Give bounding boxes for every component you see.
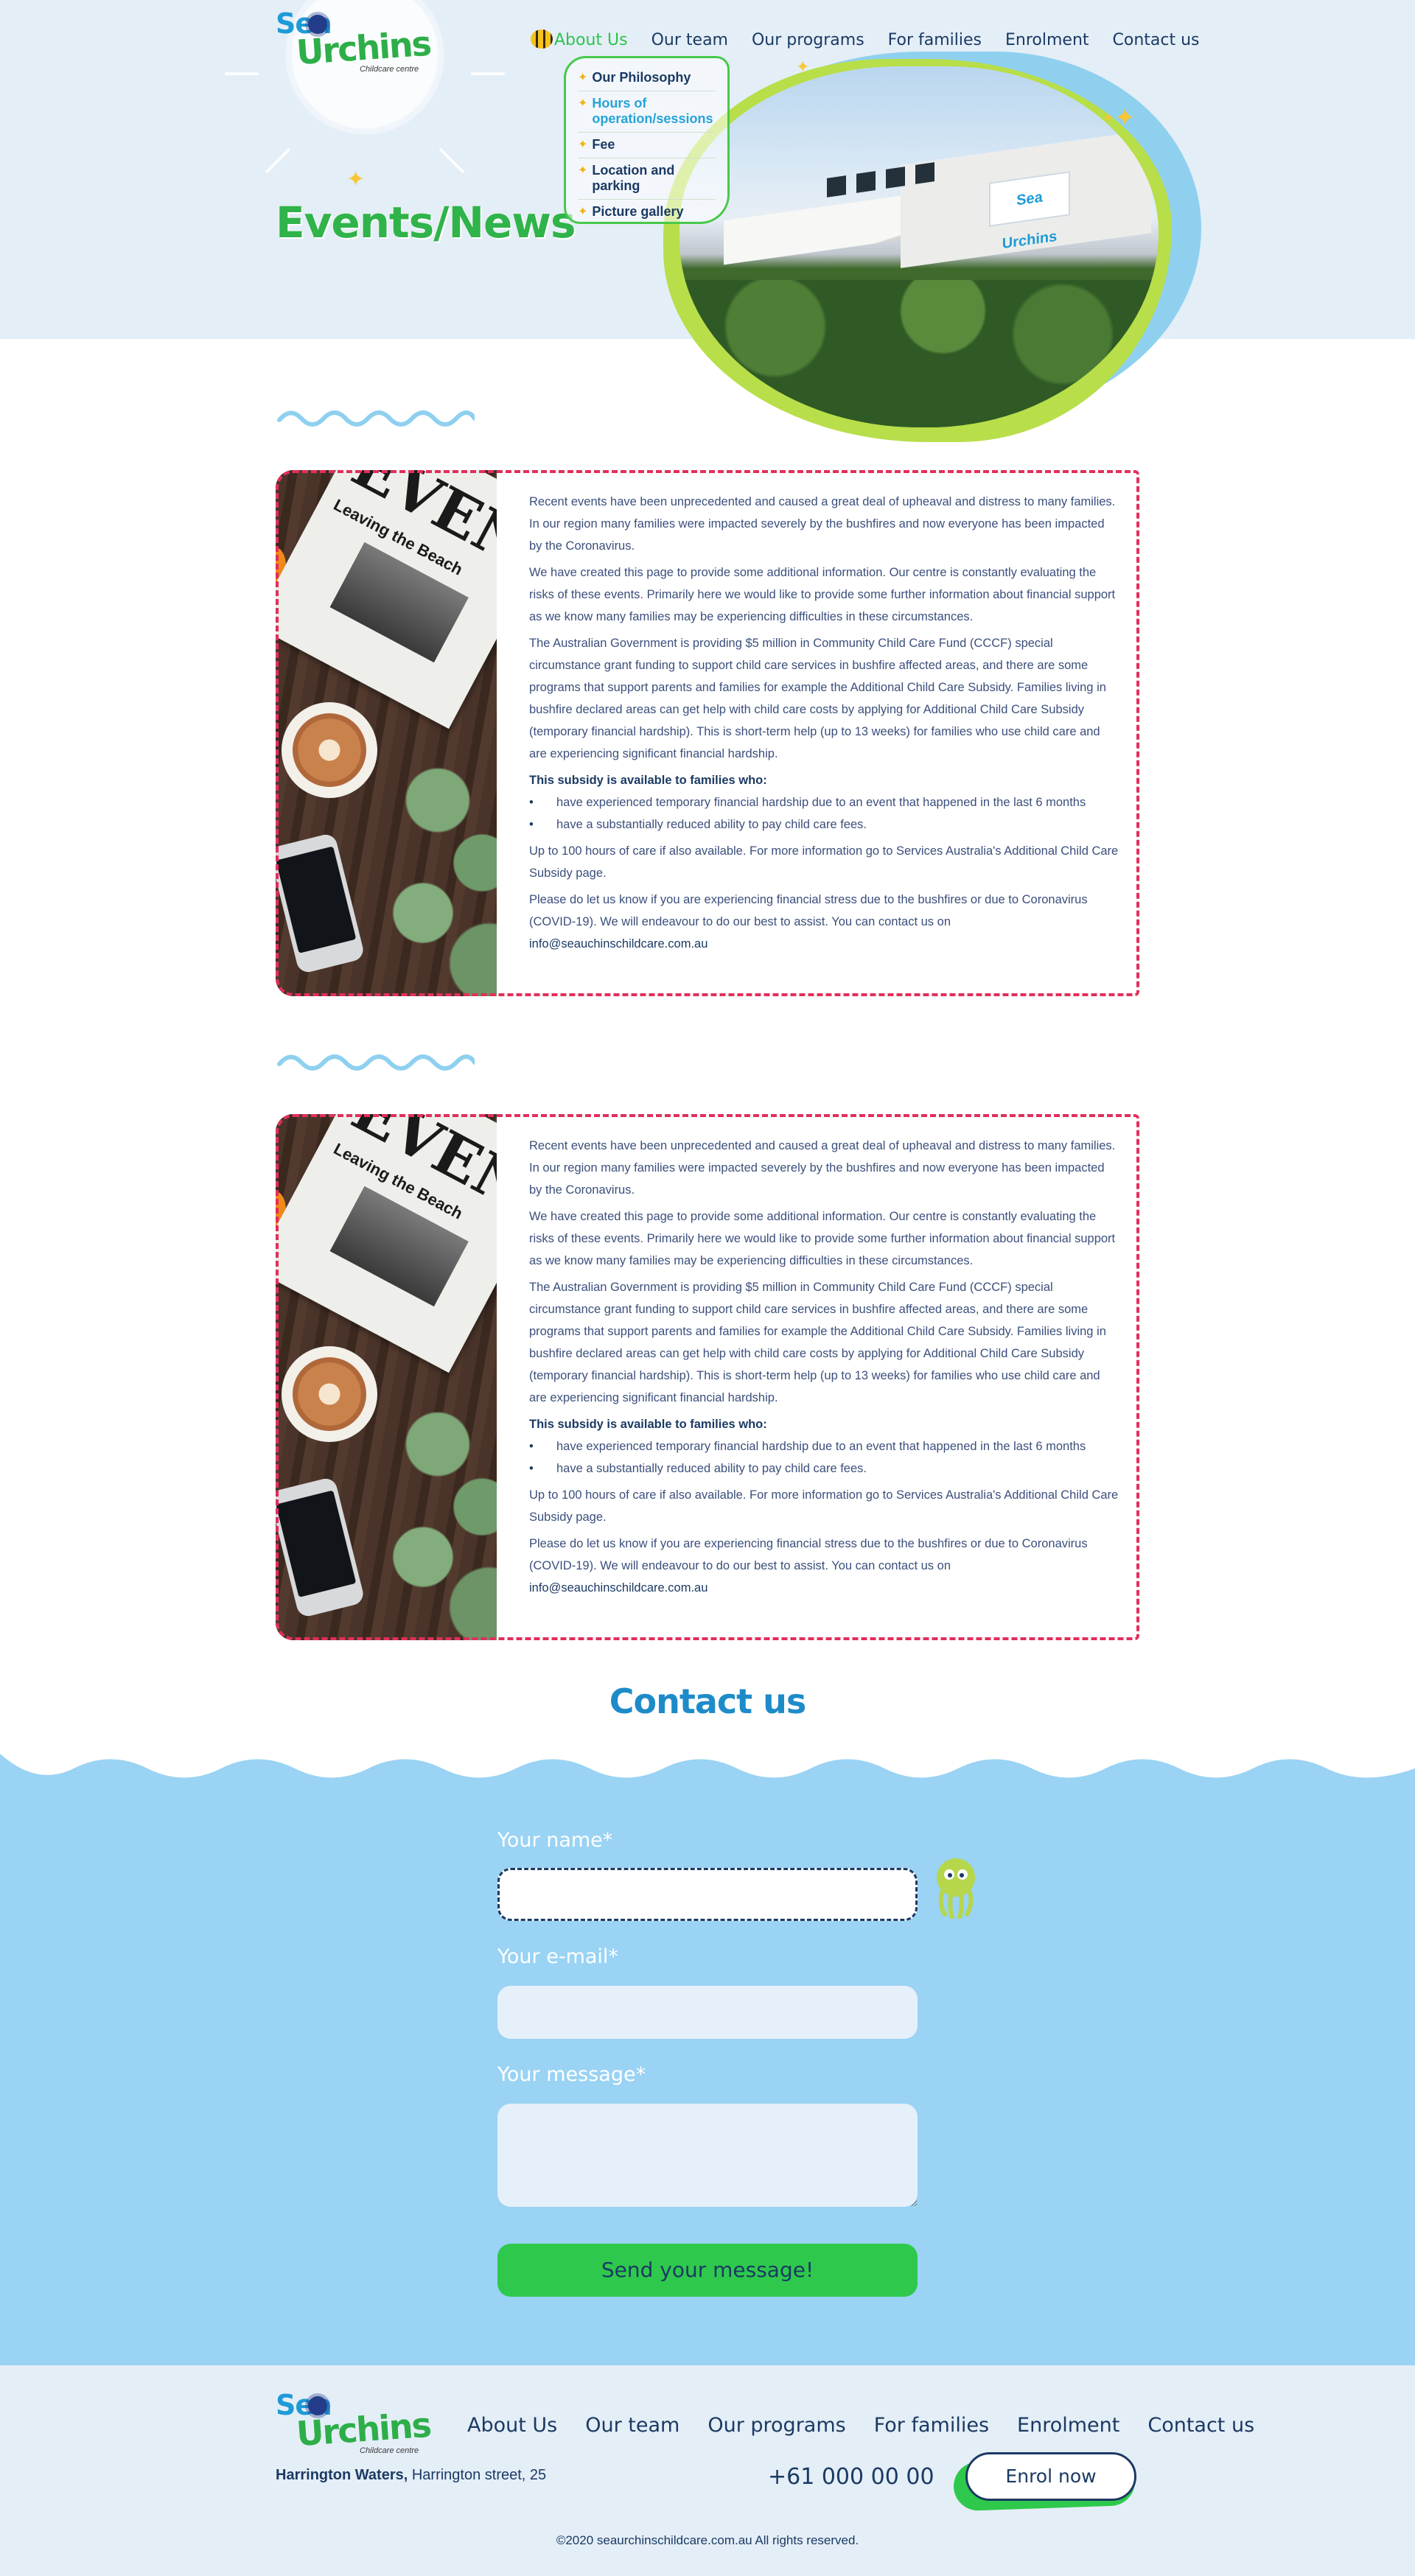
name-input[interactable] [497, 1868, 918, 1921]
about-submenu: ✦ Our Philosophy ✦ Hours of operation/sess… [564, 56, 730, 224]
contact-title: Contact us [609, 1681, 807, 1721]
news-paragraph: Recent events have been unprecedented an… [529, 1139, 1116, 1197]
plant [379, 750, 497, 996]
list-item: have a substantially reduced ability to … [529, 813, 1119, 836]
footer-nav-our-programs[interactable]: Our programs [708, 2414, 845, 2437]
news-card: EVEN Leaving the Beach Recent events hav… [276, 470, 1139, 996]
hero-photo: Sea Urchins ✦ ✦ [663, 44, 1223, 442]
sun-ray [471, 72, 505, 75]
submenu-label: Our Philosophy [592, 70, 691, 85]
submenu-fee[interactable]: ✦ Fee [578, 133, 716, 158]
footer-nav-our-team[interactable]: Our team [585, 2414, 679, 2437]
submenu-label: Hours of operation/sessions [592, 96, 713, 126]
submenu-label: Picture gallery [592, 204, 684, 219]
email-label: Your e-mail* [497, 1945, 618, 1968]
hedge [679, 280, 1159, 427]
nav-about-us[interactable]: About Us [554, 31, 628, 49]
coffee-cup [282, 1346, 377, 1442]
building-window [915, 162, 934, 184]
coffee-cup [282, 702, 377, 798]
news-photo: EVEN Leaving the Beach [276, 470, 497, 996]
footer-nav-for-families[interactable]: For families [874, 2414, 989, 2437]
news-text: Recent events have been unprecedented an… [529, 491, 1119, 959]
footer-nav-enrolment[interactable]: Enrolment [1017, 2414, 1119, 2437]
building-photo: Sea Urchins [679, 66, 1159, 427]
news-paragraph: Up to 100 hours of care if also availabl… [529, 1488, 1119, 1524]
news-paragraph: The Australian Government is providing $… [529, 1281, 1106, 1404]
enrol-now: Enrol now [952, 2452, 1138, 2512]
subsidy-list: have experienced temporary financial har… [529, 1435, 1119, 1480]
site-footer: Sea Urchins Childcare centre About Us Ou… [0, 2365, 1415, 2576]
contact-email-link[interactable]: info@seauchinschildcare.com.au [529, 1581, 708, 1595]
copyright: ©2020 seaurchinschildcare.com.au All rig… [556, 2533, 859, 2547]
sun-ray [225, 72, 259, 75]
star-icon: ✦ [578, 139, 588, 151]
submenu-hours[interactable]: ✦ Hours of operation/sessions [578, 91, 716, 133]
footer-nav-contact-us[interactable]: Contact us [1147, 2414, 1254, 2437]
footer-logo[interactable]: Sea Urchins Childcare centre [276, 2389, 432, 2455]
footer-nav: About Us Our team Our programs For famil… [467, 2414, 1254, 2437]
news-paragraph: We have created this page to provide som… [529, 566, 1116, 623]
star-icon: ✦ [578, 206, 588, 218]
news-photo: EVEN Leaving the Beach [276, 1114, 497, 1640]
plant [379, 1394, 497, 1640]
news-paragraph: Please do let us know if you are experie… [529, 893, 1088, 928]
building-window [856, 171, 876, 193]
sun-ray [265, 147, 291, 174]
list-item: have experienced temporary financial har… [529, 1435, 1119, 1457]
footer-nav-about-us[interactable]: About Us [467, 2414, 557, 2437]
octopus-icon [937, 1858, 975, 1919]
sparkle-icon: ✦ [1103, 111, 1114, 125]
footer-phone[interactable]: +61 000 00 00 [768, 2464, 934, 2490]
contact-email-link[interactable]: info@seauchinschildcare.com.au [529, 937, 708, 951]
subsidy-list: have experienced temporary financial har… [529, 791, 1119, 836]
building-window [886, 167, 905, 189]
message-textarea[interactable] [497, 2104, 918, 2207]
sun-ray [439, 147, 465, 174]
list-item: have experienced temporary financial har… [529, 791, 1119, 813]
news-paragraph: We have created this page to provide som… [529, 1210, 1116, 1267]
news-paragraph: The Australian Government is providing $… [529, 637, 1106, 760]
subsidy-heading: This subsidy is available to families wh… [529, 774, 767, 787]
submenu-label: Location and parking [592, 163, 675, 193]
address-suburb: Harrington Waters, [276, 2467, 408, 2483]
subsidy-heading: This subsidy is available to families wh… [529, 1418, 767, 1431]
contact-wave-edge [0, 1754, 1415, 1778]
news-paragraph: Recent events have been unprecedented an… [529, 495, 1116, 553]
sparkle-icon: ✦ [1114, 104, 1136, 132]
star-icon: ✦ [578, 71, 588, 84]
page-title: Events/News [276, 197, 576, 248]
message-label: Your message* [497, 2063, 646, 2086]
logo-tagline: Childcare centre [360, 65, 419, 74]
list-item: have a substantially reduced ability to … [529, 1457, 1119, 1480]
news-paragraph: Please do let us know if you are experie… [529, 1537, 1088, 1572]
email-input[interactable] [497, 1986, 918, 2039]
address-street: Harrington street, 25 [408, 2467, 547, 2483]
site-logo[interactable]: Sea Urchins Childcare centre [276, 7, 432, 74]
footer-address: Harrington Waters, Harrington street, 25 [276, 2467, 546, 2484]
star-icon: ✦ [578, 164, 588, 177]
bee-icon [531, 29, 553, 49]
wave-divider [277, 1054, 475, 1071]
submenu-location-parking[interactable]: ✦ Location and parking [578, 158, 716, 200]
news-paragraph: Up to 100 hours of care if also availabl… [529, 844, 1119, 880]
wave-divider [277, 410, 475, 427]
name-label: Your name* [497, 1829, 613, 1852]
news-card: EVEN Leaving the Beach Recent events hav… [276, 1114, 1139, 1640]
send-message-button[interactable]: Send your message! [497, 2244, 918, 2297]
submenu-label: Fee [592, 137, 615, 152]
submenu-our-philosophy[interactable]: ✦ Our Philosophy [578, 66, 716, 91]
news-text: Recent events have been unprecedented an… [529, 1135, 1119, 1603]
sparkle-icon: ✦ [346, 167, 366, 192]
logo-tagline: Childcare centre [360, 2446, 419, 2455]
enrol-now-button[interactable]: Enrol now [965, 2452, 1136, 2501]
building-window [827, 175, 846, 197]
star-icon: ✦ [578, 97, 588, 110]
submenu-picture-gallery[interactable]: ✦ Picture gallery [578, 200, 716, 225]
